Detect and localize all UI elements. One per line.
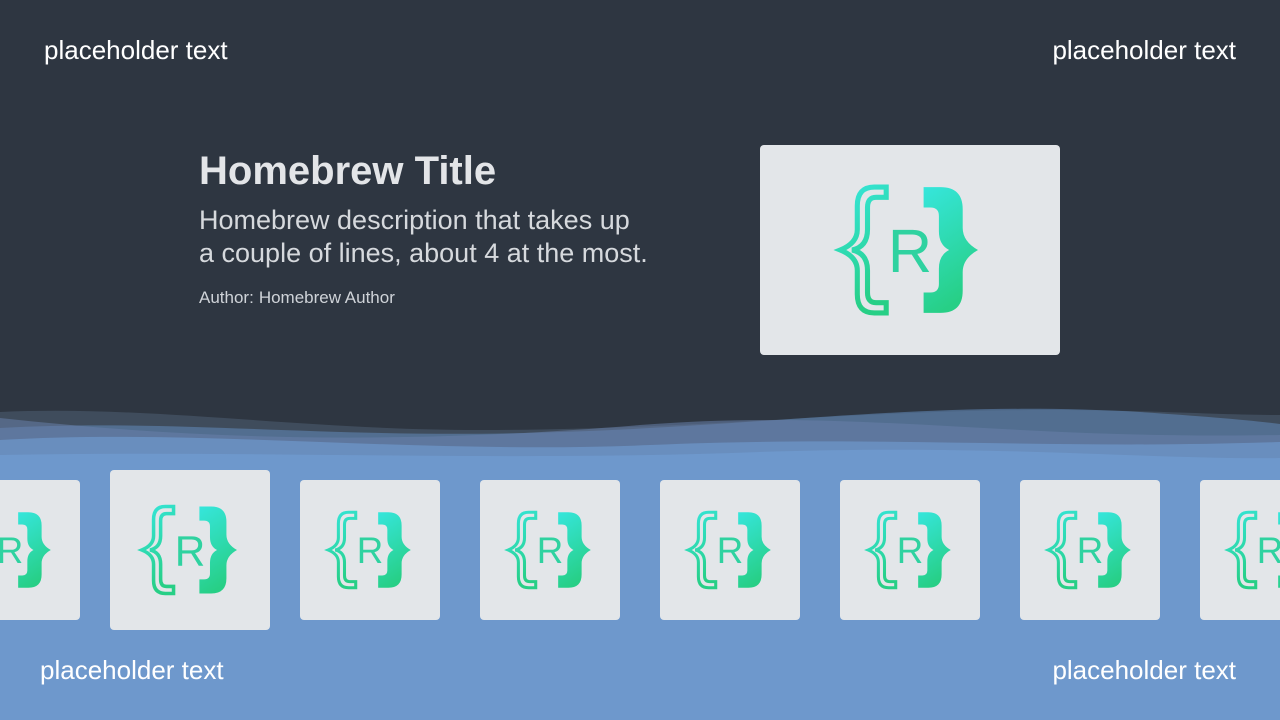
carousel-tile[interactable] [480,480,620,620]
bottom-right-label: placeholder text [1052,655,1236,685]
bracket-r-logo-icon [131,503,249,597]
carousel-tile[interactable] [0,480,80,620]
bracket-r-logo-icon [679,509,781,591]
bracket-r-logo-icon [0,509,61,591]
homebrew-info: Homebrew Title Homebrew description that… [199,148,649,308]
homebrew-preview-image [760,145,1060,355]
carousel-tile[interactable] [300,480,440,620]
homebrew-title: Homebrew Title [199,149,497,193]
bracket-r-logo-icon [1039,509,1141,591]
bracket-r-logo-icon [499,509,601,591]
homebrew-description: Homebrew description that takes up a cou… [199,205,648,268]
author-name: Homebrew Author [258,288,395,307]
top-right-label: placeholder text [1052,35,1236,65]
carousel-tile[interactable] [660,480,800,620]
bracket-r-logo-icon [859,509,961,591]
bracket-r-logo-icon [1219,509,1280,591]
author-label: Author: [199,288,254,307]
bottom-left-label: placeholder text [40,655,224,685]
carousel-tile[interactable] [840,480,980,620]
homebrew-author: Author: Homebrew Author [199,288,649,308]
bracket-r-logo-icon [825,182,995,318]
carousel-tile[interactable] [1020,480,1160,620]
carousel-tile[interactable] [1200,480,1280,620]
carousel-tile-selected[interactable] [110,470,270,630]
top-left-label: placeholder text [44,35,228,65]
bracket-r-logo-icon [319,509,421,591]
